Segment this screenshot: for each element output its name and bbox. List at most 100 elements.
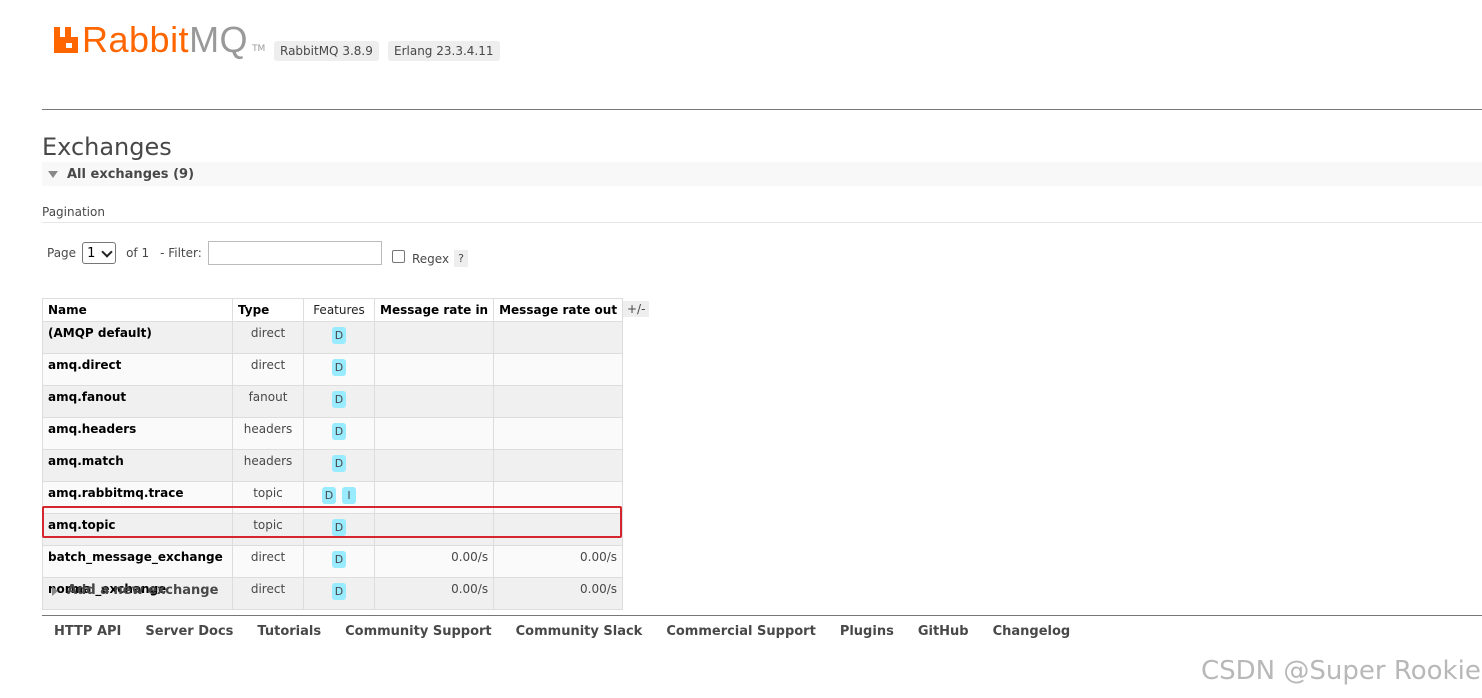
table-row[interactable]: amq.direct direct D bbox=[42, 353, 624, 386]
expand-triangle-icon bbox=[52, 585, 58, 596]
pagination-divider bbox=[42, 222, 1482, 223]
exchange-name-link[interactable]: (AMQP default) bbox=[42, 321, 233, 354]
rate-out bbox=[493, 417, 624, 450]
regex-help-icon[interactable]: ? bbox=[454, 250, 469, 267]
table-row[interactable]: amq.match headers D bbox=[42, 449, 624, 482]
erlang-version-badge: Erlang 23.3.4.11 bbox=[388, 41, 500, 61]
table-row[interactable]: amq.fanout fanout D bbox=[42, 385, 624, 418]
collapse-triangle-icon bbox=[48, 170, 58, 178]
table-row[interactable]: amq.rabbitmq.trace topic DI bbox=[42, 481, 624, 514]
exchange-features: D bbox=[303, 385, 375, 418]
regex-checkbox[interactable] bbox=[392, 250, 405, 263]
pagination-heading: Pagination bbox=[42, 205, 105, 219]
table-row[interactable]: amq.topic topic D bbox=[42, 513, 624, 546]
add-exchange-toggle[interactable]: Add a new exchange bbox=[52, 583, 218, 598]
footer-link-community-slack[interactable]: Community Slack bbox=[516, 624, 643, 639]
exchange-features: D bbox=[303, 577, 375, 610]
regex-option: Regex ? bbox=[392, 246, 469, 267]
exchange-type: direct bbox=[232, 353, 304, 386]
durable-feature-badge: D bbox=[332, 327, 346, 344]
exchange-type: direct bbox=[232, 545, 304, 578]
exchange-name-link[interactable]: amq.direct bbox=[42, 353, 233, 386]
all-exchanges-label: All exchanges (9) bbox=[67, 166, 195, 182]
footer-divider bbox=[42, 615, 1482, 616]
exchange-name-link[interactable]: amq.fanout bbox=[42, 385, 233, 418]
filter-input[interactable] bbox=[207, 241, 382, 265]
column-header-rate-in[interactable]: Message rate in bbox=[373, 298, 495, 322]
footer-link-changelog[interactable]: Changelog bbox=[993, 624, 1071, 639]
add-exchange-label: Add a new exchange bbox=[67, 583, 219, 598]
rate-in: 0.00/s bbox=[373, 577, 495, 610]
exchange-features: D bbox=[303, 353, 375, 386]
rate-in bbox=[373, 417, 495, 450]
rate-out bbox=[493, 385, 624, 418]
regex-label: Regex bbox=[412, 251, 450, 266]
rate-out: 0.00/s bbox=[493, 545, 624, 578]
durable-feature-badge: D bbox=[332, 455, 346, 472]
rate-in bbox=[373, 449, 495, 482]
table-header-row: Name Type Features Message rate in Messa… bbox=[42, 298, 624, 322]
durable-feature-badge: D bbox=[332, 359, 346, 376]
column-toggle-button[interactable]: +/- bbox=[623, 301, 650, 317]
chevron-down-icon bbox=[101, 245, 113, 258]
exchange-name-link[interactable]: amq.topic bbox=[42, 513, 233, 546]
version-badge: RabbitMQ 3.8.9 bbox=[274, 41, 379, 61]
page-title: Exchanges bbox=[42, 133, 172, 161]
filter-label: - Filter: bbox=[160, 246, 202, 260]
exchange-features: D bbox=[303, 321, 375, 354]
exchange-name-link[interactable]: amq.rabbitmq.trace bbox=[42, 481, 233, 514]
rate-in bbox=[373, 481, 495, 514]
exchange-name-link[interactable]: batch_message_exchange bbox=[42, 545, 233, 578]
footer-links: HTTP API Server Docs Tutorials Community… bbox=[54, 624, 1094, 639]
header-divider bbox=[42, 109, 1482, 110]
exchanges-table: Name Type Features Message rate in Messa… bbox=[42, 298, 624, 610]
durable-feature-badge: D bbox=[332, 551, 346, 568]
rate-out bbox=[493, 353, 624, 386]
page-select[interactable]: 1 bbox=[82, 242, 117, 264]
exchange-features: D bbox=[303, 513, 375, 546]
column-header-type[interactable]: Type bbox=[232, 298, 304, 322]
exchange-name-link[interactable]: amq.match bbox=[42, 449, 233, 482]
durable-feature-badge: D bbox=[332, 391, 346, 408]
footer-link-http-api[interactable]: HTTP API bbox=[54, 624, 121, 639]
footer-link-community-support[interactable]: Community Support bbox=[345, 624, 492, 639]
rate-out bbox=[493, 513, 624, 546]
footer-link-server-docs[interactable]: Server Docs bbox=[145, 624, 233, 639]
footer-link-github[interactable]: GitHub bbox=[918, 624, 969, 639]
footer-link-commercial-support[interactable]: Commercial Support bbox=[666, 624, 816, 639]
rabbitmq-logo[interactable]: RabbitMQ TM bbox=[53, 22, 265, 58]
column-header-name[interactable]: Name bbox=[42, 298, 233, 322]
exchange-features: D bbox=[303, 545, 375, 578]
column-header-features[interactable]: Features bbox=[303, 298, 375, 322]
logo-trademark: TM bbox=[252, 44, 266, 54]
all-exchanges-toggle[interactable]: All exchanges (9) bbox=[42, 162, 1482, 186]
rate-in bbox=[373, 321, 495, 354]
durable-feature-badge: D bbox=[332, 519, 346, 536]
exchange-name-link[interactable]: amq.headers bbox=[42, 417, 233, 450]
rate-out bbox=[493, 449, 624, 482]
rate-in bbox=[373, 353, 495, 386]
page-of-label: of 1 bbox=[126, 246, 150, 260]
footer-link-plugins[interactable]: Plugins bbox=[840, 624, 894, 639]
column-header-rate-out[interactable]: Message rate out bbox=[493, 298, 624, 322]
rate-out: 0.00/s bbox=[493, 577, 624, 610]
internal-feature-badge: I bbox=[342, 487, 356, 504]
rate-in: 0.00/s bbox=[373, 545, 495, 578]
table-row[interactable]: batch_message_exchange direct D 0.00/s 0… bbox=[42, 545, 624, 578]
rate-out bbox=[493, 321, 624, 354]
table-row[interactable]: amq.headers headers D bbox=[42, 417, 624, 450]
exchange-features: DI bbox=[303, 481, 375, 514]
table-row[interactable]: (AMQP default) direct D bbox=[42, 321, 624, 354]
exchange-type: topic bbox=[232, 481, 304, 514]
exchange-type: direct bbox=[232, 321, 304, 354]
exchange-type: direct bbox=[232, 577, 304, 610]
durable-feature-badge: D bbox=[322, 487, 336, 504]
page-select-value: 1 bbox=[87, 245, 96, 261]
logo-rabbit-text: Rabbit bbox=[82, 19, 190, 60]
rabbit-logo-icon bbox=[54, 27, 78, 53]
logo-mq-text: MQ bbox=[189, 19, 249, 60]
footer-link-tutorials[interactable]: Tutorials bbox=[257, 624, 321, 639]
rate-in bbox=[373, 513, 495, 546]
page-label: Page bbox=[47, 246, 77, 260]
exchange-type: fanout bbox=[232, 385, 304, 418]
